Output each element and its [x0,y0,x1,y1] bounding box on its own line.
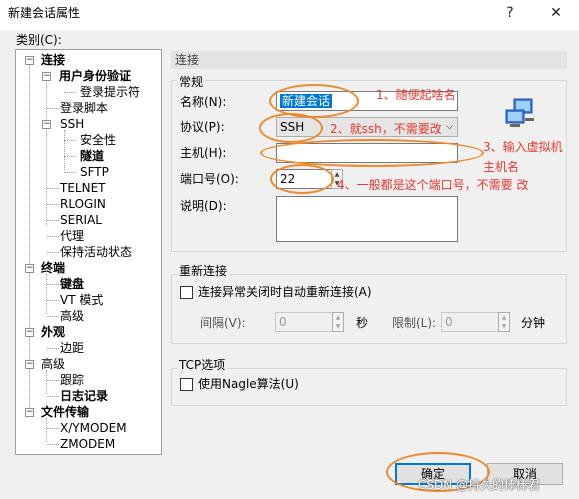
tree-item-keepalive[interactable]: 保持活动状态 [60,245,132,260]
tree-item-serial[interactable]: SERIAL [60,213,102,228]
general-group-title: 常规 [177,74,206,90]
tree-item-appearance[interactable]: 外观 [41,325,65,340]
title-bar: 新建会话属性 ? ✕ [0,0,579,30]
protocol-label: 协议(P): [180,120,225,134]
collapse-toggle-advanced[interactable]: − [25,360,34,369]
limit-field[interactable]: 0 [441,312,499,332]
tree-item-file-transfer[interactable]: 文件传输 [41,405,89,420]
reconnect-group-title: 重新连接 [177,263,230,279]
tree-item-advanced-root[interactable]: 高级 [41,357,65,372]
tree-item-proxy[interactable]: 代理 [60,229,84,244]
description-field[interactable] [276,196,458,242]
tree-item-trace[interactable]: 跟踪 [60,373,84,388]
collapse-toggle-appearance[interactable]: − [25,328,34,337]
tree-item-tunnel[interactable]: 隧道 [80,149,104,164]
annotation-circle-host [260,139,484,167]
auto-reconnect-label: 连接异常关闭时自动重新连接(A) [198,285,372,299]
port-label: 端口号(O): [180,172,239,186]
collapse-toggle-file-transfer[interactable]: − [25,408,34,417]
name-label: 名称(N): [180,95,227,109]
annotation-circle-port [270,164,334,194]
tree-item-auth[interactable]: 用户身份验证 [59,69,131,84]
annotation-2: 2、就ssh，不需要改 [330,122,442,136]
category-tree[interactable]: − 连接 − 用户身份验证 登录提示符 登录脚本 − SSH 安全性 隧道 SF… [15,49,162,455]
collapse-toggle-terminal[interactable]: − [25,264,34,273]
interval-spinner[interactable]: ▲ ▼ [332,312,344,332]
collapse-toggle-auth[interactable]: − [42,72,51,81]
collapse-toggle-connection[interactable]: − [25,56,34,65]
tree-item-keyboard[interactable]: 键盘 [60,277,84,292]
tree-item-telnet[interactable]: TELNET [60,181,106,196]
section-title: 连接 [171,51,567,69]
tree-item-connection[interactable]: 连接 [41,53,65,68]
computer-icon [504,96,538,130]
tree-item-rlogin[interactable]: RLOGIN [60,197,106,212]
category-label: 类别(C): [16,33,62,47]
tree-item-login-script[interactable]: 登录脚本 [60,101,108,116]
tree-item-advanced[interactable]: 高级 [60,309,84,324]
description-label: 说明(D): [180,199,227,213]
tree-item-margin[interactable]: 边距 [60,341,84,356]
limit-spinner[interactable]: ▲ ▼ [498,312,510,332]
help-icon[interactable]: ? [487,0,533,28]
minutes-unit: 分钟 [521,316,546,330]
tree-item-login-prompt[interactable]: 登录提示符 [80,85,140,100]
interval-field[interactable]: 0 [275,312,333,332]
tree-item-security[interactable]: 安全性 [80,133,116,148]
tcp-group-title: TCP选项 [177,357,228,373]
close-icon[interactable]: ✕ [533,0,579,28]
tree-item-terminal[interactable]: 终端 [41,261,65,276]
annotation-1: 1、随便起啥名 [376,88,456,102]
nagle-label: 使用Nagle算法(U) [198,377,299,391]
seconds-unit: 秒 [356,316,369,330]
annotation-circle-protocol [259,113,323,143]
auto-reconnect-checkbox[interactable] [180,286,193,299]
annotation-3-line2: 主机名 [483,160,520,174]
host-label: 主机(H): [180,146,227,160]
annotation-4: 4、一般都是这个端口号，不需要 改 [337,178,529,192]
limit-label: 限制(L): [392,316,437,330]
tree-item-log[interactable]: 日志记录 [60,389,108,404]
watermark: CSDN @持久的棒棒君 [418,478,541,492]
chevron-down-icon: ⌵ [446,122,453,132]
window-title: 新建会话属性 [8,6,81,20]
nagle-checkbox[interactable] [180,378,193,391]
annotation-3-line1: 3、输入虚拟机 [483,140,563,154]
interval-label: 间隔(V): [200,316,246,330]
tree-item-xymodem[interactable]: X/YMODEM [60,421,127,436]
tree-item-zmodem[interactable]: ZMODEM [60,437,115,452]
tree-item-sftp[interactable]: SFTP [80,165,109,180]
collapse-toggle-ssh[interactable]: − [42,120,51,129]
tree-item-vt-mode[interactable]: VT 模式 [60,293,103,308]
